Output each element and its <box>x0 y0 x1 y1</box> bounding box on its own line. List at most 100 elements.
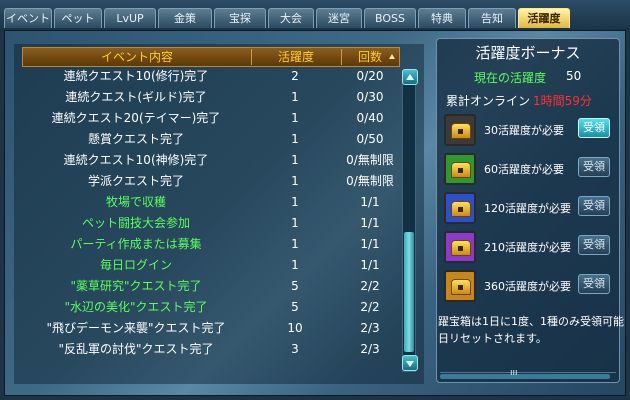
count-value: 0/無制限 <box>346 153 394 167</box>
chevron-up-icon <box>406 74 414 80</box>
reward-row: 60活躍度が必要 受領 <box>444 153 620 193</box>
claim-button[interactable]: 受領 <box>578 157 610 177</box>
claim-button[interactable]: 受領 <box>578 274 610 294</box>
treasure-chest-icon <box>451 240 471 256</box>
count-value: 2/3 <box>360 321 380 335</box>
tab-item[interactable]: 金策 <box>158 8 212 28</box>
chest-icon <box>444 270 476 302</box>
event-name: 懸賞クエスト完了 <box>87 132 184 146</box>
tab-item[interactable]: BOSS <box>364 8 416 28</box>
tab-item[interactable]: 活躍度 <box>518 8 570 28</box>
tab-item[interactable]: イベント <box>4 8 52 28</box>
current-activity-label: 現在の活躍度 <box>474 71 547 85</box>
table-row: 連続クエスト(ギルド)完了 1 0/30 <box>22 87 400 108</box>
event-name: 連続クエスト(ギルド)完了 <box>65 90 207 104</box>
count-value: 0/50 <box>356 132 384 146</box>
points-value: 1 <box>291 237 299 251</box>
tab-item[interactable]: LvUP <box>104 8 156 28</box>
claim-button[interactable]: 受領 <box>578 196 610 216</box>
count-value: 0/40 <box>356 111 384 125</box>
table-row: 連続クエスト10(修行)完了 2 0/20 <box>22 66 400 87</box>
table-row: "反乱軍の討伐"クエスト完了 3 2/3 <box>22 339 400 360</box>
event-name: ペット闘技大会参加 <box>81 216 190 230</box>
points-value: 1 <box>291 111 299 125</box>
scroll-grip-icon: ııı <box>510 368 518 378</box>
count-value: 2/3 <box>360 342 380 356</box>
treasure-chest-icon <box>451 123 471 139</box>
tab-item[interactable]: ペット <box>54 8 102 28</box>
table-row: 連続クエスト10(神修)完了 1 0/無制限 <box>22 150 400 171</box>
chest-icon <box>444 153 476 185</box>
tab-item[interactable]: 告知 <box>468 8 516 28</box>
points-value: 1 <box>291 90 299 104</box>
bonus-note-line: 躍宝箱は1日に1度、1種のみ受領可能 <box>438 315 624 328</box>
points-value: 1 <box>291 132 299 146</box>
reward-requirement: 210活躍度が必要 <box>484 241 571 254</box>
column-header-event[interactable]: イベント内容 <box>23 48 251 66</box>
reward-row: 120活躍度が必要 受領 <box>444 192 620 232</box>
event-name: 牧場で収穫 <box>105 195 166 209</box>
bonus-title: 活躍度ボーナス <box>475 44 581 62</box>
count-value: 1/1 <box>360 237 380 251</box>
bonus-horizontal-scrollbar[interactable]: ııı <box>440 368 616 380</box>
event-name: 連続クエスト20(テイマー)完了 <box>51 111 221 125</box>
claim-button[interactable]: 受領 <box>578 235 610 255</box>
event-name: "飛びデーモン来襲"クエスト完了 <box>46 321 226 335</box>
count-value: 2/2 <box>360 300 380 314</box>
points-value: 1 <box>291 216 299 230</box>
reward-row: 360活躍度が必要 受領 <box>444 270 620 310</box>
horizontal-scroll-thumb[interactable]: ııı <box>440 368 610 379</box>
online-time-value: 1時間59分 <box>533 94 592 108</box>
reward-requirement: 60活躍度が必要 <box>484 163 564 176</box>
table-row: パーティ作成または募集 1 1/1 <box>22 234 400 255</box>
count-value: 0/30 <box>356 90 384 104</box>
points-value: 1 <box>291 174 299 188</box>
reward-requirement: 30活躍度が必要 <box>484 124 564 137</box>
claim-button[interactable]: 受領 <box>578 118 610 138</box>
column-header-points[interactable]: 活躍度 <box>251 48 341 66</box>
tab-bar: イベント ペット LvUP 金策 宝探 大会 迷宮 BOSS 特典 告知 活躍度 <box>0 0 630 30</box>
table-row: 牧場で収穫 1 1/1 <box>22 192 400 213</box>
tab-item[interactable]: 迷宮 <box>316 8 362 28</box>
points-value: 10 <box>287 321 303 335</box>
event-name: 学派クエスト完了 <box>87 174 184 188</box>
event-name: "水辺の美化"クエスト完了 <box>64 300 208 314</box>
reward-row: 30活躍度が必要 受領 <box>444 114 620 154</box>
reward-requirement: 360活躍度が必要 <box>484 280 571 293</box>
sort-arrow-icon[interactable] <box>389 54 395 59</box>
event-name: "反乱軍の討伐"クエスト完了 <box>58 342 214 356</box>
scrollbar-thumb[interactable] <box>404 232 414 352</box>
count-value: 1/1 <box>360 216 380 230</box>
table-row: "飛びデーモン来襲"クエスト完了 10 2/3 <box>22 318 400 339</box>
tab-item[interactable]: 宝探 <box>214 8 266 28</box>
tab-item[interactable]: 特典 <box>418 8 466 28</box>
table-row: 連続クエスト20(テイマー)完了 1 0/40 <box>22 108 400 129</box>
points-value: 1 <box>291 195 299 209</box>
table-row: 学派クエスト完了 1 0/無制限 <box>22 171 400 192</box>
chevron-down-icon <box>406 361 414 367</box>
event-name: 連続クエスト10(修行)完了 <box>63 69 209 83</box>
chest-icon <box>444 231 476 263</box>
points-value: 5 <box>291 300 299 314</box>
treasure-chest-icon <box>451 201 471 217</box>
treasure-chest-icon <box>451 279 471 295</box>
reward-row: 210活躍度が必要 受領 <box>444 231 620 271</box>
points-value: 2 <box>291 69 299 83</box>
table-row: 毎日ログイン 1 1/1 <box>22 255 400 276</box>
event-name: 毎日ログイン <box>99 258 172 272</box>
table-row: "薬草研究"クエスト完了 5 2/2 <box>22 276 400 297</box>
scroll-down-button[interactable] <box>402 355 418 371</box>
bonus-note: 躍宝箱は1日に1度、1種のみ受領可能 日リセットされます。 <box>438 313 628 347</box>
tab-item[interactable]: 大会 <box>268 8 314 28</box>
event-name: 連続クエスト10(神修)完了 <box>63 153 209 167</box>
reward-requirement: 120活躍度が必要 <box>484 202 571 215</box>
table-row: 懸賞クエスト完了 1 0/50 <box>22 129 400 150</box>
table-header: イベント内容 活躍度 回数 <box>22 47 400 67</box>
scroll-up-button[interactable] <box>402 69 418 85</box>
treasure-chest-icon <box>451 162 471 178</box>
current-activity-value: 50 <box>566 69 582 83</box>
table-row: ペット闘技大会参加 1 1/1 <box>22 213 400 234</box>
points-value: 5 <box>291 279 299 293</box>
points-value: 1 <box>291 153 299 167</box>
count-value: 2/2 <box>360 279 380 293</box>
